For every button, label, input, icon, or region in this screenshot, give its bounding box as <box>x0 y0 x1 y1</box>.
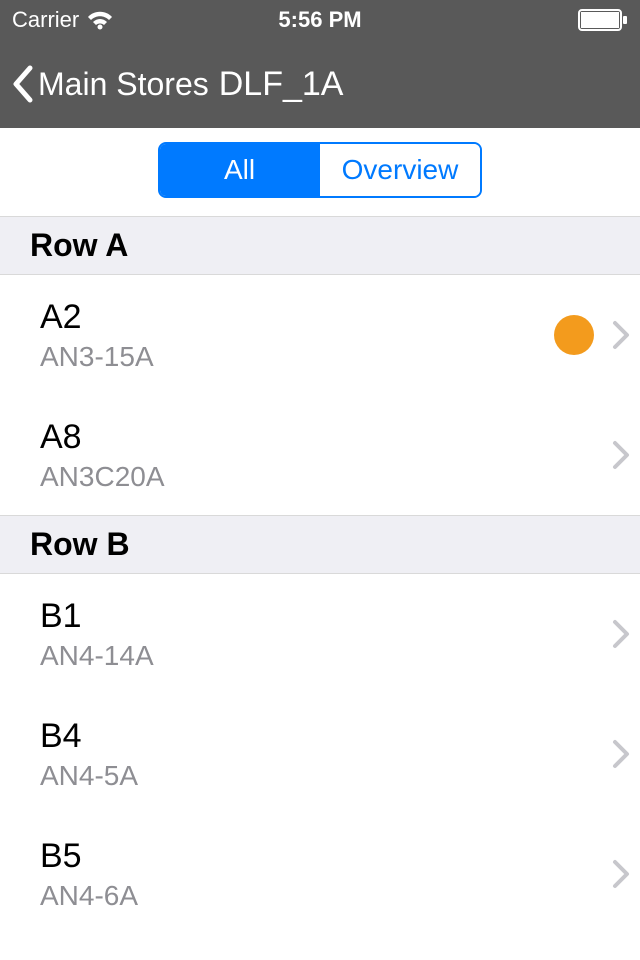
chevron-right-icon <box>612 619 630 649</box>
row-title: B4 <box>40 717 612 756</box>
list-item[interactable]: A2 AN3-15A <box>0 275 640 395</box>
status-dot <box>554 315 594 355</box>
row-subtitle: AN4-14A <box>40 640 612 672</box>
row-right <box>612 739 630 769</box>
status-bar: Carrier 5:56 PM <box>0 0 640 40</box>
row-title: A8 <box>40 418 612 457</box>
row-subtitle: AN3-15A <box>40 341 554 373</box>
row-content: B4 AN4-5A <box>40 717 612 792</box>
status-time: 5:56 PM <box>0 7 640 33</box>
row-right <box>612 440 630 470</box>
list: Row A A2 AN3-15A A8 AN3C20A Row B B1 AN4-14A B4 A… <box>0 216 640 934</box>
row-right <box>554 315 630 355</box>
row-title: B1 <box>40 597 612 636</box>
nav-bar: Main Stores DLF_1A <box>0 40 640 128</box>
list-item[interactable]: B4 AN4-5A <box>0 694 640 814</box>
section-header: Row B <box>0 515 640 574</box>
list-item[interactable]: B5 AN4-6A <box>0 814 640 934</box>
row-subtitle: AN4-5A <box>40 760 612 792</box>
chevron-right-icon <box>612 859 630 889</box>
row-title: B5 <box>40 837 612 876</box>
chevron-right-icon <box>612 739 630 769</box>
row-content: A2 AN3-15A <box>40 298 554 373</box>
chevron-right-icon <box>612 440 630 470</box>
row-right <box>612 619 630 649</box>
row-content: B1 AN4-14A <box>40 597 612 672</box>
chevron-left-icon <box>10 64 34 104</box>
row-content: B5 AN4-6A <box>40 837 612 912</box>
back-button[interactable]: Main Stores <box>10 64 209 104</box>
page-title: DLF_1A <box>219 65 344 104</box>
segment-overview[interactable]: Overview <box>320 144 480 196</box>
row-right <box>612 859 630 889</box>
row-content: A8 AN3C20A <box>40 418 612 493</box>
list-item[interactable]: B1 AN4-14A <box>0 574 640 694</box>
segmented-wrapper: All Overview <box>0 128 640 216</box>
segmented-control: All Overview <box>158 142 482 198</box>
row-subtitle: AN3C20A <box>40 461 612 493</box>
chevron-right-icon <box>612 320 630 350</box>
section-header: Row A <box>0 216 640 275</box>
list-item[interactable]: A8 AN3C20A <box>0 395 640 515</box>
segment-all[interactable]: All <box>160 144 320 196</box>
row-subtitle: AN4-6A <box>40 880 612 912</box>
back-label: Main Stores <box>38 66 209 103</box>
row-title: A2 <box>40 298 554 337</box>
